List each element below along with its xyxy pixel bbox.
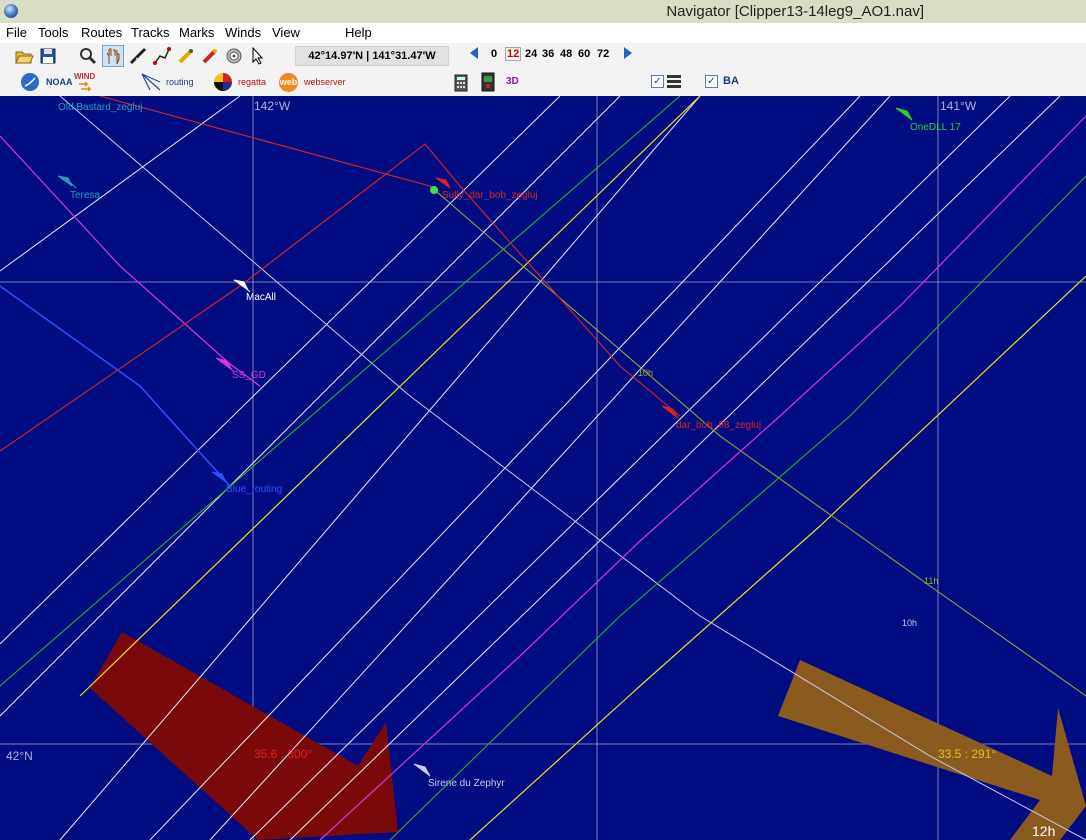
menu-routes[interactable]: Routes: [81, 25, 122, 40]
chart-map[interactable]: 142°W 141°W 42°N 12h 35.6 : 300° 33.5 : …: [0, 96, 1086, 840]
webserver-badge-icon[interactable]: web: [279, 73, 298, 92]
routing-label[interactable]: routing: [166, 77, 194, 87]
target-icon[interactable]: [224, 46, 244, 66]
menu-tracks[interactable]: Tracks: [131, 25, 170, 40]
track-mark-1: 10h: [638, 368, 653, 378]
track-yellow-1: [79, 96, 701, 697]
save-icon[interactable]: [38, 46, 58, 66]
wind-arrow-right: [778, 660, 1086, 840]
wind-left-label: 35.6 : 300°: [254, 747, 312, 761]
hour-72[interactable]: 72: [597, 48, 609, 60]
map-canvas[interactable]: 142°W 141°W 42°N 12h 35.6 : 300° 33.5 : …: [0, 96, 1086, 840]
marker-pen-icon[interactable]: [176, 46, 196, 66]
cursor-coordinates: 42°14.97'N | 141°31.47'W: [295, 46, 449, 66]
lon-label-142w: 142°W: [254, 99, 291, 113]
wind-arrow-icon[interactable]: [78, 81, 92, 93]
track-white-1: [0, 96, 241, 272]
menu-help[interactable]: Help: [345, 25, 372, 40]
regatta-icon[interactable]: [213, 72, 233, 92]
window-title: Navigator [Clipper13-14leg9_AO1.nav]: [666, 3, 924, 20]
boat-bob1-label: Sully_dar_bob_zegluj: [442, 190, 538, 201]
device-gps-icon[interactable]: [478, 72, 498, 92]
secondary-toolbar: NOAA WIND routing regatta web webserver …: [0, 70, 1086, 96]
hour-24[interactable]: 24: [525, 48, 537, 60]
webserver-label[interactable]: webserver: [304, 77, 346, 87]
boat-bob1-icon[interactable]: [435, 177, 451, 189]
lon-label-141w: 141°W: [940, 99, 977, 113]
prev-hour-arrow-icon[interactable]: [470, 47, 478, 59]
menu-marks[interactable]: Marks: [179, 25, 214, 40]
noaa-globe-icon[interactable]: [20, 72, 40, 92]
wind-right-label: 33.5 : 291°: [938, 747, 996, 761]
hour-36[interactable]: 36: [542, 48, 554, 60]
track-white-4: [59, 96, 701, 840]
hour-48[interactable]: 48: [560, 48, 572, 60]
pan-hand-icon[interactable]: [102, 45, 124, 67]
hour-12[interactable]: 12: [505, 47, 522, 61]
eraser-pen-icon[interactable]: [200, 46, 220, 66]
boat-onedll-label: OneDLL 17: [910, 122, 961, 133]
boat-sirene-icon[interactable]: [413, 763, 431, 777]
boat-sirene-label: Sirene du Zephyr: [428, 778, 505, 789]
regatta-label[interactable]: regatta: [238, 77, 266, 87]
layers-list-icon[interactable]: [667, 75, 681, 88]
ba-checkbox[interactable]: ✓: [705, 75, 718, 88]
ba-label[interactable]: BA: [723, 75, 739, 87]
menu-winds[interactable]: Winds: [225, 25, 261, 40]
boat-ssgd-label: SS_GD: [232, 370, 266, 381]
layers-checkbox[interactable]: ✓: [651, 75, 664, 88]
track-white-3: [0, 96, 621, 717]
boat-teresa-icon[interactable]: [57, 175, 77, 189]
boat-bob2-label: dar_bob_98_zegluj: [676, 420, 761, 431]
track-mark-3: 10h: [902, 618, 917, 628]
track-red-1: [0, 143, 681, 452]
boat-blue-icon[interactable]: [211, 471, 227, 483]
menu-view[interactable]: View: [272, 25, 300, 40]
calculator-icon[interactable]: [454, 74, 468, 92]
hour-0[interactable]: 0: [491, 48, 497, 60]
boat-onedll-icon[interactable]: [895, 107, 913, 121]
next-hour-arrow-icon[interactable]: [624, 47, 632, 59]
boat-blue-label: Blue_routing: [226, 484, 282, 495]
route-tool-icon[interactable]: [152, 46, 172, 66]
main-toolbar: 42°14.97'N | 141°31.47'W 0 12 24 36 48 6…: [0, 43, 1086, 71]
globe-app-icon: [4, 4, 18, 18]
time-label: 12h: [1032, 823, 1055, 839]
measure-ruler-icon[interactable]: [128, 46, 148, 66]
menu-bar: File Tools Routes Tracks Marks Winds Vie…: [0, 23, 1086, 43]
noaa-label[interactable]: NOAA: [46, 77, 73, 87]
track-magenta-2: [319, 115, 1086, 840]
open-folder-icon[interactable]: [14, 46, 34, 66]
menu-tools[interactable]: Tools: [38, 25, 68, 40]
track-white-2: [0, 96, 561, 645]
zoom-icon[interactable]: [78, 46, 98, 66]
routing-fan-icon[interactable]: [140, 72, 162, 92]
track-green-2: [389, 175, 1086, 840]
hour-60[interactable]: 60: [578, 48, 590, 60]
track-magenta-1: [0, 135, 261, 387]
boat-macall-label: MacAll: [246, 292, 276, 303]
track-white-6: [209, 96, 891, 840]
menu-file[interactable]: File: [6, 25, 27, 40]
wind-label[interactable]: WIND: [74, 72, 95, 81]
track-mark-2: 11h: [924, 576, 938, 586]
boat-teresa-label: Teresa: [70, 190, 100, 201]
title-bar: Navigator [Clipper13-14leg9_AO1.nav]: [0, 0, 1086, 24]
lat-label-42n: 42°N: [6, 749, 33, 763]
own-boat-icon[interactable]: [430, 186, 438, 194]
pointer-cursor-icon[interactable]: [248, 46, 268, 66]
boat-oldbastard-label: Old Bastard_zegluj: [58, 102, 143, 113]
3d-button[interactable]: 3D: [506, 76, 519, 87]
wind-arrow-left: [90, 632, 398, 840]
